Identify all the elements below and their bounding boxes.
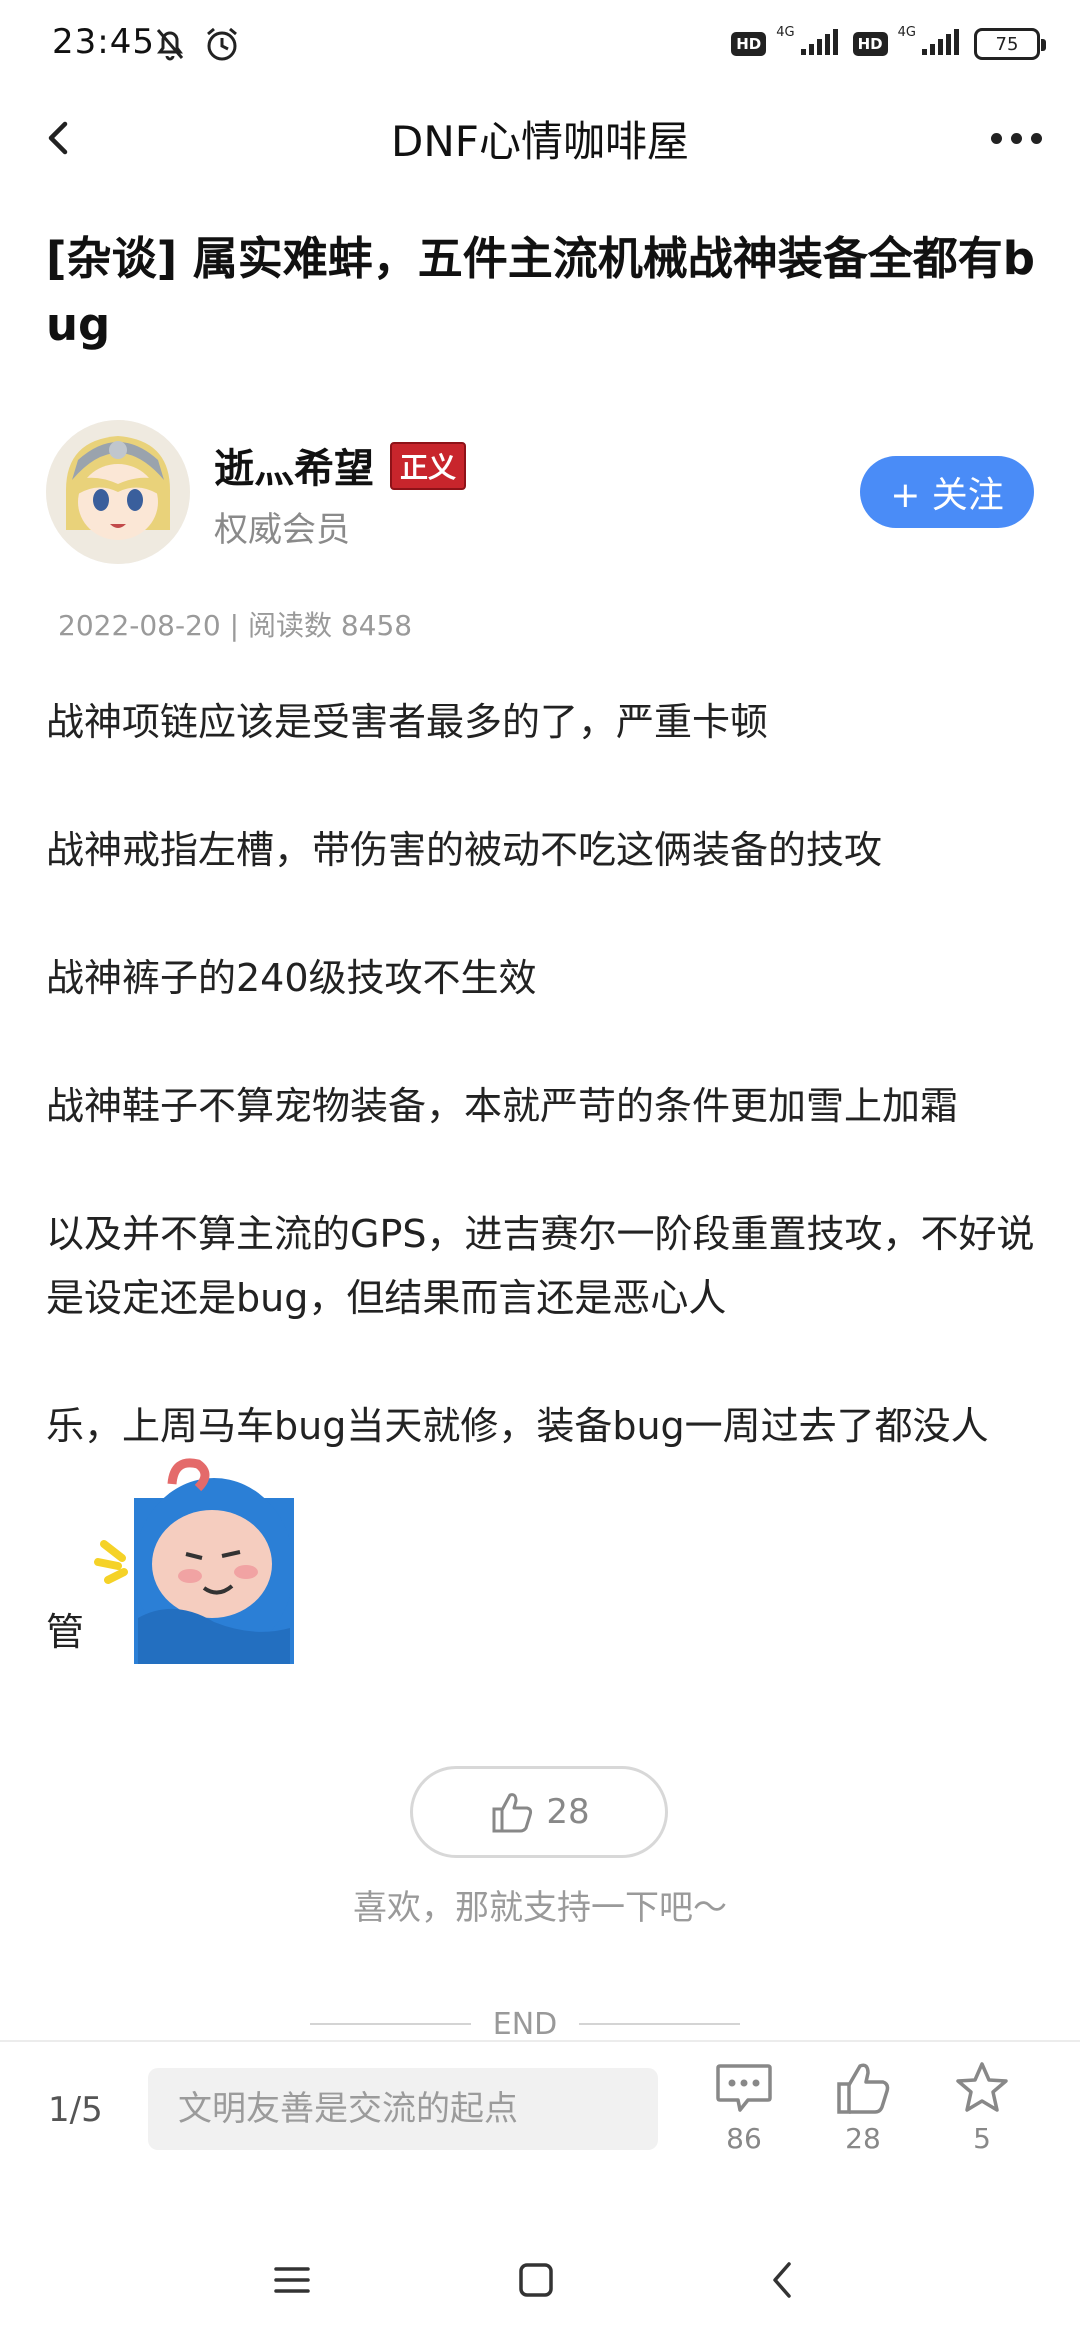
- thumbs-up-icon: [837, 2063, 890, 2114]
- status-time: 23:45: [52, 22, 155, 62]
- like-action-count: 28: [845, 2122, 881, 2155]
- emoji-line: 管: [46, 1458, 1036, 1664]
- like-count: 28: [546, 1792, 590, 1832]
- paragraph: 战神裤子的240级技攻不生效: [46, 956, 537, 1000]
- end-label: END: [492, 2006, 558, 2042]
- status-bar: 23:45 HD 4G HD 4G 75: [0, 0, 1080, 90]
- paragraph: 以及并不算主流的GPS，进吉赛尔一阶段重置技攻，不好说是设定还是bug，但结果而…: [46, 1212, 1035, 1320]
- status-right: HD 4G HD 4G 75: [731, 24, 1046, 62]
- home-button[interactable]: [506, 2250, 566, 2310]
- author-name[interactable]: 逝灬希望: [214, 436, 374, 494]
- menu-button[interactable]: [262, 2250, 322, 2310]
- like-button[interactable]: 28: [410, 1766, 668, 1858]
- like-action-button[interactable]: 28: [813, 2060, 913, 2155]
- favorite-count: 5: [973, 2122, 991, 2155]
- more-dots-icon: [990, 132, 1002, 144]
- menu-icon: [274, 2267, 310, 2293]
- network-type-2: 4G: [897, 24, 916, 40]
- author-role: 权威会员: [214, 510, 350, 550]
- more-options-button[interactable]: [976, 110, 1056, 166]
- bottom-action-bar: 1/5 86 28 5: [0, 2040, 1080, 2190]
- star-icon: [956, 2062, 1008, 2112]
- comment-input[interactable]: [148, 2068, 658, 2150]
- back-button[interactable]: [30, 110, 86, 166]
- signal-icon: [799, 27, 843, 61]
- system-nav-bar: [0, 2200, 1080, 2340]
- post-meta: 2022-08-20 | 阅读数 8458: [58, 609, 413, 642]
- nav-title: DNF心情咖啡屋: [391, 117, 689, 166]
- back-triangle-icon: [773, 2262, 791, 2298]
- divider-line: [579, 2023, 740, 2025]
- comment-button[interactable]: 86: [694, 2060, 794, 2155]
- comment-icon: [716, 2064, 772, 2112]
- author-badge: 正义: [390, 442, 467, 490]
- home-square-icon: [519, 2263, 553, 2297]
- chevron-left-icon: [48, 121, 68, 155]
- post-body: 战神项链应该是受害者最多的了，严重卡顿 战神戒指左槽，带伤害的被动不吃这俩装备的…: [46, 690, 1036, 1664]
- paragraph: 战神项链应该是受害者最多的了，严重卡顿: [46, 700, 769, 744]
- nav-bar: DNF心情咖啡屋: [0, 90, 1080, 186]
- battery-icon: 75: [974, 28, 1046, 60]
- divider-line: [310, 2023, 471, 2025]
- follow-button[interactable]: + 关注: [860, 456, 1034, 528]
- paragraph: 乐，上周马车bug当天就修，装备bug一周过去了都没人: [46, 1404, 989, 1448]
- signal-icon-2: [920, 27, 964, 61]
- alarm-icon: [202, 24, 242, 68]
- last-word: 管: [46, 1610, 85, 1654]
- paragraph: 战神戒指左槽，带伤害的被动不吃这俩装备的技攻: [46, 828, 883, 872]
- comment-count: 86: [726, 2122, 762, 2155]
- end-divider: END: [310, 2004, 740, 2044]
- hd-badge-1: HD: [731, 32, 767, 56]
- paragraph: 战神鞋子不算宠物装备，本就严苛的条件更加雪上加霜: [46, 1084, 959, 1128]
- avatar[interactable]: [46, 420, 190, 564]
- favorite-button[interactable]: 5: [932, 2060, 1032, 2155]
- mute-bell-icon: [150, 24, 190, 68]
- page-indicator[interactable]: 1/5: [48, 2090, 103, 2130]
- thumbs-up-icon: [492, 1793, 533, 1833]
- system-back-button[interactable]: [752, 2250, 812, 2310]
- article-title: [杂谈] 属实难蚌，五件主流机械战神装备全都有bug: [46, 232, 1036, 351]
- like-hint: 喜欢，那就支持一下吧～: [353, 1888, 727, 1928]
- hd-badge-2: HD: [852, 32, 888, 56]
- battery-level: 75: [995, 33, 1019, 55]
- hug-sticker-icon: [94, 1458, 295, 1664]
- network-type-1: 4G: [776, 24, 795, 40]
